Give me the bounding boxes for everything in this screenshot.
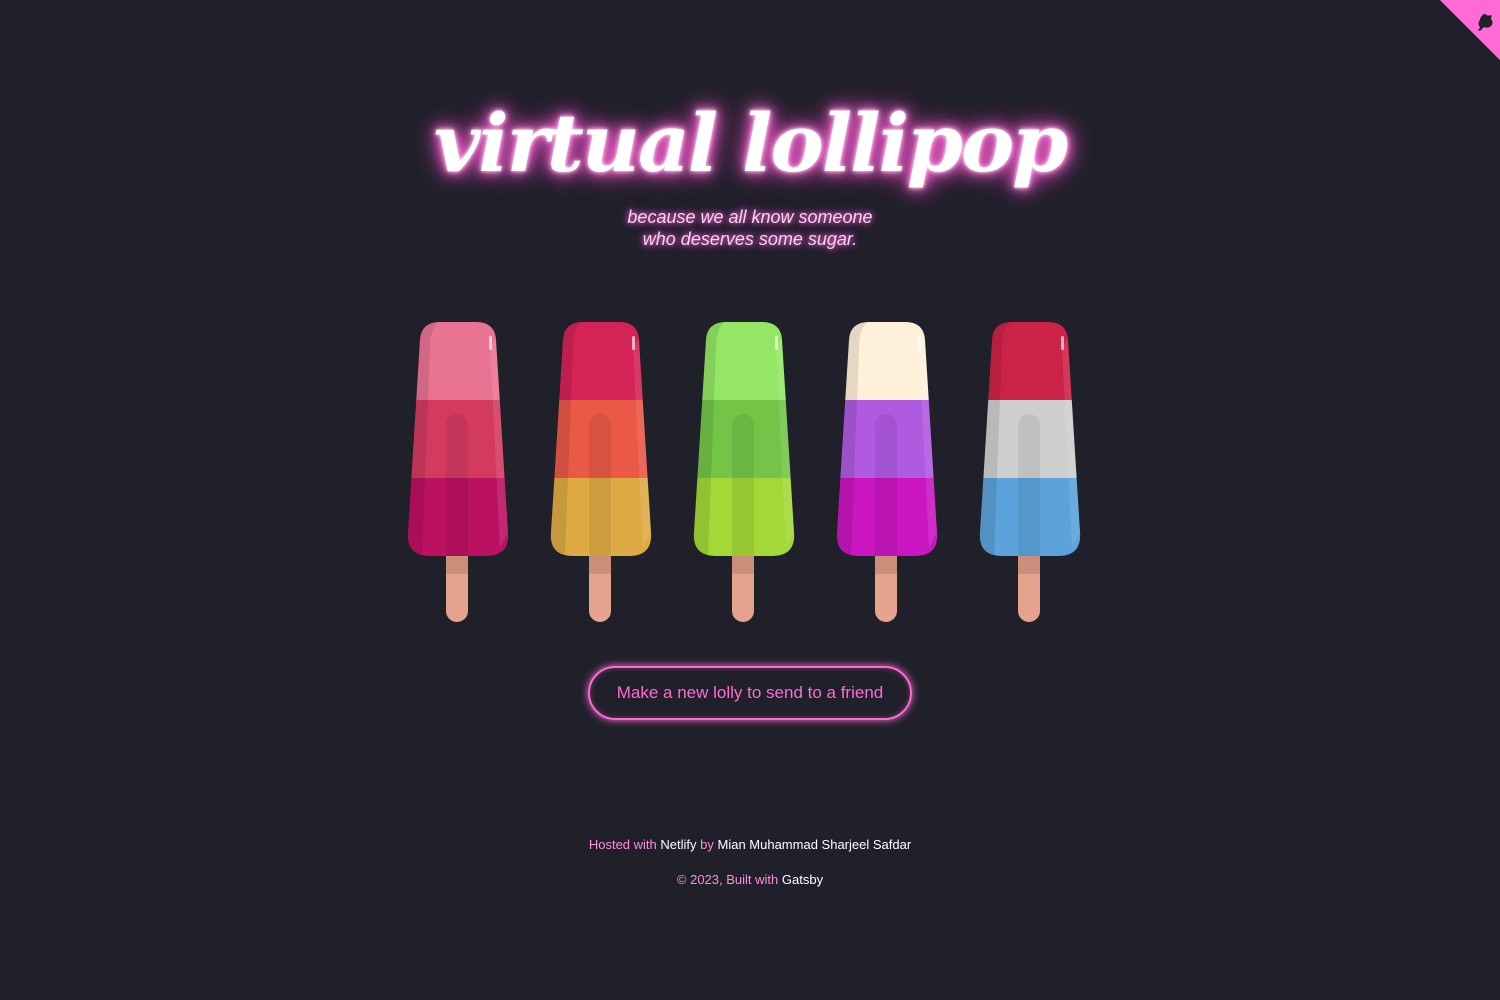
footer-hosted: Hosted with Netlify by Mian Muhammad Sha…	[0, 837, 1500, 852]
lolly-gallery	[400, 318, 1100, 628]
github-corner-link[interactable]	[1440, 0, 1500, 60]
netlify-link[interactable]: Netlify	[660, 837, 696, 852]
octocat-icon	[1440, 0, 1500, 60]
page: virtual lollipop because we all know som…	[0, 0, 1500, 1000]
subtitle-line-2: who deserves some sugar.	[642, 229, 858, 249]
footer-copyright: © 2023, Built with Gatsby	[0, 872, 1500, 887]
footer-copyright-prefix: © 2023, Built with	[676, 872, 779, 887]
lolly-4	[836, 322, 938, 622]
page-subtitle: because we all know someone who deserves…	[0, 206, 1500, 250]
author-link[interactable]: Mian Muhammad Sharjeel Safdar	[718, 837, 912, 852]
lolly-3	[693, 322, 795, 622]
lolly-5	[979, 322, 1081, 622]
page-title: virtual lollipop	[433, 96, 1068, 190]
footer-by-text: by	[700, 837, 714, 852]
make-lolly-button[interactable]: Make a new lolly to send to a friend	[588, 666, 912, 720]
footer-hosted-prefix: Hosted with	[588, 837, 657, 852]
gatsby-link[interactable]: Gatsby	[782, 872, 823, 887]
lolly-1	[407, 322, 509, 622]
lolly-2	[550, 322, 652, 622]
subtitle-line-1: because we all know someone	[627, 207, 873, 227]
